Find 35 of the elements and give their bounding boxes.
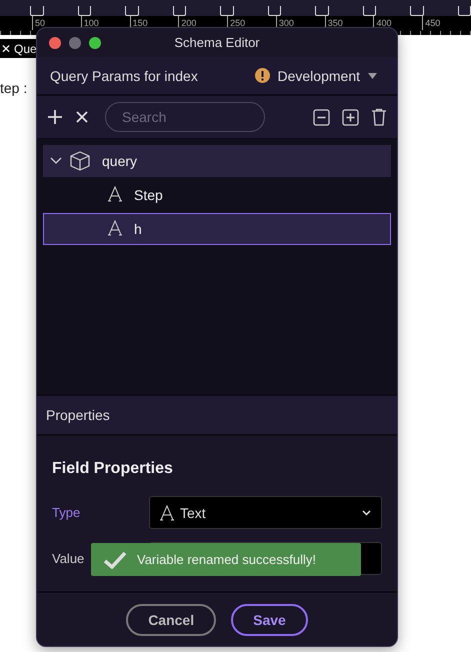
close-icon[interactable]	[75, 110, 89, 124]
section-title: Field Properties	[52, 460, 174, 478]
cube-icon	[70, 151, 90, 171]
chevron-icon	[50, 157, 62, 165]
add-icon[interactable]	[47, 109, 63, 125]
window-title: Schema Editor	[174, 35, 260, 50]
zoom-button[interactable]	[89, 36, 101, 48]
ruler-label: 450	[422, 16, 471, 30]
save-button[interactable]: Save	[231, 604, 308, 636]
chevron-icon	[362, 510, 371, 516]
page-tab[interactable]: ✕ Que	[0, 39, 36, 58]
close-button[interactable]	[49, 36, 61, 48]
check-icon	[103, 550, 127, 568]
tree-item[interactable]: query	[43, 145, 391, 177]
page-text: tep :	[0, 80, 28, 96]
letter-a-icon	[108, 186, 122, 202]
tree-item[interactable]: Step	[43, 179, 391, 211]
trash-icon[interactable]	[371, 108, 387, 126]
letter-a-icon	[108, 220, 122, 236]
panel-title: Query Params for index	[50, 68, 198, 84]
caret-icon	[368, 72, 377, 78]
properties-header: Properties	[37, 394, 397, 436]
collapse-icon[interactable]	[313, 108, 330, 126]
minimize-button[interactable]	[69, 36, 81, 48]
letter-a-icon	[160, 504, 174, 520]
field-label: Type	[52, 505, 80, 520]
environment-dropdown[interactable]: Development	[254, 68, 377, 84]
search-field[interactable]: Search	[105, 102, 265, 132]
toast-message: Variable renamed successfully!	[137, 552, 316, 567]
tree-item[interactable]: h	[43, 213, 391, 245]
type-select[interactable]: Text	[149, 496, 382, 529]
warning-icon	[254, 68, 270, 83]
cancel-button[interactable]: Cancel	[126, 604, 216, 636]
expand-icon[interactable]	[342, 108, 359, 126]
field-label: Value	[52, 551, 84, 566]
